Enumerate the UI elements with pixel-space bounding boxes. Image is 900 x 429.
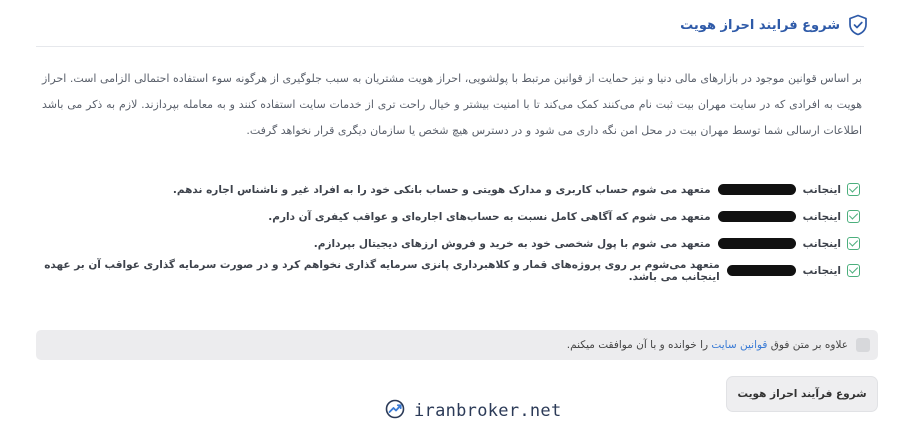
brand-text: iranbroker.net <box>414 401 562 421</box>
commitment-prefix: اینجانب <box>802 183 841 196</box>
commitment-item: اینجانب متعهد می شوم که آگاهی کامل نسبت … <box>40 203 860 230</box>
commitment-text: متعهد می شوم با پول شخصی خود به خرید و ف… <box>313 237 711 250</box>
page-title: شروع فرایند احراز هویت <box>680 17 840 33</box>
check-icon <box>847 210 860 223</box>
check-icon <box>847 264 860 277</box>
terms-text-before: علاوه بر متن فوق <box>770 339 848 351</box>
brand-watermark: iranbroker.net <box>384 398 562 424</box>
redacted-name <box>717 184 796 195</box>
commitment-prefix: اینجانب <box>802 210 841 223</box>
commitment-item: اینجانب متعهد می شوم با پول شخصی خود به … <box>40 230 860 257</box>
commitment-item: اینجانب متعهد می‌شوم بر روی پروژه‌های قم… <box>40 257 860 284</box>
commitment-item: اینجانب متعهد می شوم حساب کاربری و مدارک… <box>40 176 860 203</box>
site-rules-link[interactable]: قوانین سایت <box>711 339 767 351</box>
check-icon <box>847 237 860 250</box>
commitment-text: متعهد می‌شوم بر روی پروژه‌های قمار و کلا… <box>44 258 720 283</box>
terms-agreement[interactable]: علاوه بر متن فوق قوانین سایت را خوانده و… <box>36 330 878 360</box>
intro-paragraph: بر اساس قوانین موجود در بازارهای مالی دن… <box>42 72 862 137</box>
section-header: شروع فرایند احراز هویت <box>680 12 868 38</box>
commitment-prefix: اینجانب <box>802 237 841 250</box>
commitment-text: متعهد می شوم که آگاهی کامل نسبت به حساب‌… <box>268 210 711 223</box>
commitment-prefix: اینجانب <box>802 264 841 277</box>
terms-text-after: را خوانده و با آن موافقت میکنم. <box>566 339 709 351</box>
header-divider <box>36 46 864 47</box>
check-icon <box>847 183 860 196</box>
shield-check-icon <box>848 14 868 36</box>
start-verification-button[interactable]: شروع فرآیند احراز هویت <box>726 376 878 412</box>
terms-text: علاوه بر متن فوق قوانین سایت را خوانده و… <box>567 339 848 351</box>
terms-checkbox[interactable] <box>856 338 870 352</box>
commitment-text: متعهد می شوم حساب کاربری و مدارک هویتی و… <box>172 183 711 196</box>
commitment-list: اینجانب متعهد می شوم حساب کاربری و مدارک… <box>40 176 860 284</box>
verification-card: شروع فرایند احراز هویت بر اساس قوانین مو… <box>14 0 886 429</box>
redacted-name <box>726 265 796 276</box>
redacted-name <box>717 211 796 222</box>
trend-up-icon <box>384 398 406 424</box>
redacted-name <box>717 238 796 249</box>
